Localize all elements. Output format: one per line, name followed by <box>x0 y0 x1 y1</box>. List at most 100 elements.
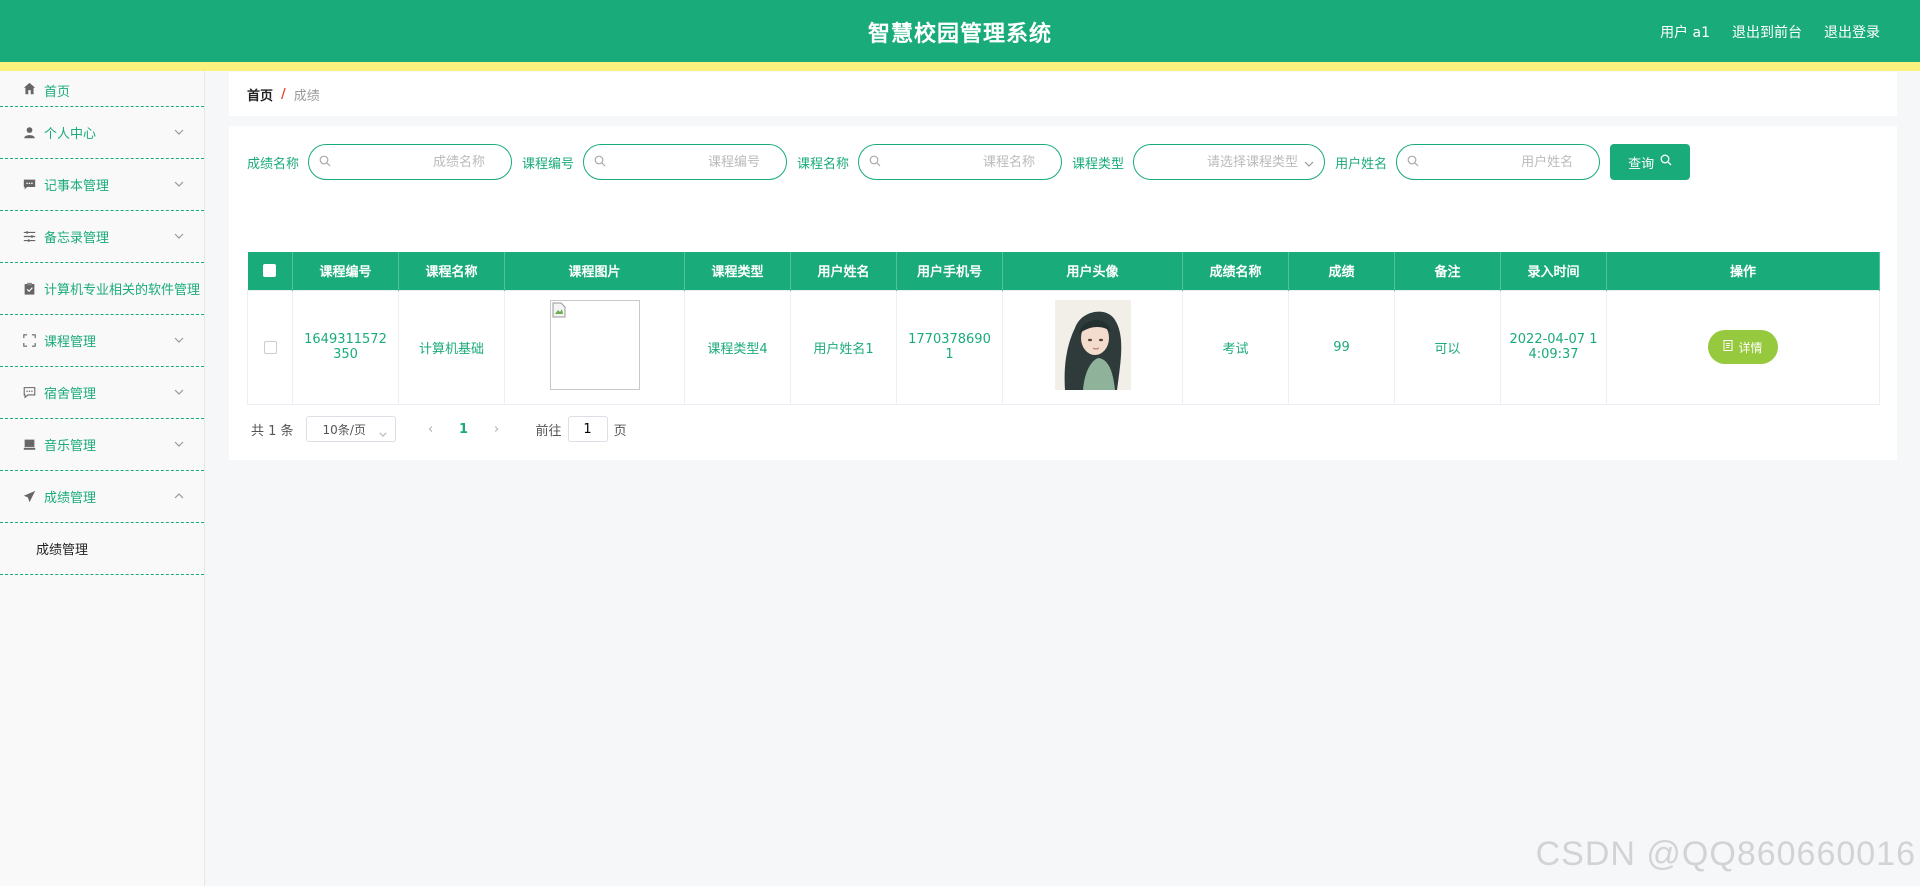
course-image-cell <box>504 289 685 405</box>
sidebar-item-label: 备忘录管理 <box>44 231 110 246</box>
course-name-input[interactable] <box>885 145 1036 179</box>
column-header[interactable]: 课程图片 <box>504 252 685 290</box>
row-select-cell <box>247 289 293 405</box>
remark-cell: 可以 <box>1394 289 1501 405</box>
sidebar-item-label: 课程管理 <box>44 335 97 350</box>
table-row: 1649311572350 计算机基础 课程类型4 用户姓名1 17703786… <box>247 289 1880 405</box>
sidebar-item-course[interactable]: 课程管理 <box>0 315 204 367</box>
course-type-select[interactable] <box>1133 144 1326 180</box>
column-header[interactable]: 用户头像 <box>1002 252 1183 290</box>
course-type-input[interactable] <box>1148 145 1299 179</box>
watermark: CSDN @QQ860660016 <box>1535 835 1916 873</box>
sidebar-item-memo[interactable]: 备忘录管理 <box>0 211 204 263</box>
goto-page-input[interactable] <box>567 416 608 442</box>
search-icon <box>869 155 881 171</box>
column-header[interactable]: 操作 <box>1606 252 1880 290</box>
column-header[interactable]: 课程名称 <box>398 252 505 290</box>
chevron-down-icon <box>174 436 184 451</box>
user-name-field[interactable] <box>1396 144 1601 180</box>
course-type-cell: 课程类型4 <box>684 289 791 405</box>
chevron-down-icon <box>174 228 184 243</box>
search-icon <box>1407 155 1419 171</box>
page-size-select[interactable]: 10条/页 <box>305 416 396 442</box>
column-header[interactable]: 用户手机号 <box>896 252 1003 290</box>
course-name-cell: 计算机基础 <box>398 289 505 405</box>
phone-cell: 17703786901 <box>896 289 1003 405</box>
avatar-cell <box>1002 289 1183 405</box>
chevron-down-icon <box>379 426 387 440</box>
course-no-label: 课程编号 <box>522 156 575 172</box>
column-header[interactable]: 课程类型 <box>684 252 791 290</box>
column-header[interactable]: 课程编号 <box>292 252 399 290</box>
broken-image-icon <box>552 302 566 322</box>
search-form: 成绩名称 课程编号 课程名称 课程类型 用户姓名 查询 <box>247 144 1691 180</box>
goto-label: 前往 <box>535 423 562 439</box>
select-all-cell <box>247 252 293 290</box>
detail-button-label: 详情 <box>1738 340 1763 355</box>
clipboard-icon <box>22 282 36 296</box>
message-icon <box>22 178 36 192</box>
breadcrumb-home[interactable]: 首页 <box>247 85 273 104</box>
query-button[interactable]: 查询 <box>1610 144 1691 180</box>
sidebar-item-music[interactable]: 音乐管理 <box>0 419 204 471</box>
document-icon <box>1723 340 1733 354</box>
exit-to-front-link[interactable]: 退出到前台 <box>1732 22 1802 42</box>
current-user-label[interactable]: 用户 a1 <box>1660 22 1710 42</box>
course-no-cell: 1649311572350 <box>292 289 399 405</box>
submenu-item-score-management[interactable]: 成绩管理 <box>0 523 204 575</box>
tray-icon <box>22 438 36 452</box>
user-name-cell: 用户姓名1 <box>790 289 897 405</box>
course-name-field[interactable] <box>858 144 1063 180</box>
breadcrumb: 首页 / 成绩 <box>229 72 1897 116</box>
app-title: 智慧校园管理系统 <box>867 22 1052 47</box>
score-name-field[interactable] <box>308 144 513 180</box>
detail-button[interactable]: 详情 <box>1708 330 1778 364</box>
search-icon <box>594 155 606 171</box>
sliders-icon <box>22 230 36 244</box>
chevron-down-icon <box>174 384 184 399</box>
sidebar-item-notebook[interactable]: 记事本管理 <box>0 159 204 211</box>
course-type-label: 课程类型 <box>1072 156 1125 172</box>
chevron-down-icon <box>174 124 184 139</box>
row-checkbox[interactable] <box>263 340 277 354</box>
send-icon <box>22 490 36 504</box>
action-cell: 详情 <box>1606 289 1880 405</box>
breadcrumb-current: 成绩 <box>293 88 320 104</box>
sidebar-item-software[interactable]: 计算机专业相关的软件管理 <box>0 263 204 315</box>
select-all-checkbox[interactable] <box>263 264 277 278</box>
course-no-input[interactable] <box>610 145 761 179</box>
sidebar-item-home[interactable]: 首页 <box>0 71 204 107</box>
prev-page-button[interactable]: ‹ <box>416 422 446 437</box>
chevron-up-icon <box>174 488 184 503</box>
sidebar-item-score[interactable]: 成绩管理 <box>0 471 204 523</box>
sidebar-item-label: 成绩管理 <box>44 491 97 506</box>
score-name-input[interactable] <box>335 145 486 179</box>
user-icon <box>22 126 36 140</box>
chevron-down-icon <box>174 176 184 191</box>
search-icon <box>1660 154 1672 170</box>
main-panel: 成绩名称 课程编号 课程名称 课程类型 用户姓名 查询 <box>229 126 1897 460</box>
score-name-cell: 考试 <box>1182 289 1289 405</box>
course-no-field[interactable] <box>583 144 788 180</box>
column-header[interactable]: 成绩名称 <box>1182 252 1289 290</box>
created-time-cell: 2022-04-07 14:09:37 <box>1500 289 1607 405</box>
column-header[interactable]: 成绩 <box>1288 252 1395 290</box>
course-image <box>549 300 640 390</box>
user-name-input[interactable] <box>1423 145 1574 179</box>
column-header[interactable]: 录入时间 <box>1500 252 1607 290</box>
score-table: 课程编号 课程名称 课程图片 课程类型 用户姓名 用户手机号 用户头像 成绩名称… <box>247 252 1880 405</box>
logout-link[interactable]: 退出登录 <box>1824 22 1880 42</box>
page-number-current[interactable]: 1 <box>446 422 482 437</box>
column-header[interactable]: 用户姓名 <box>790 252 897 290</box>
sidebar-item-personal-center[interactable]: 个人中心 <box>0 107 204 159</box>
column-header[interactable]: 备注 <box>1394 252 1501 290</box>
sidebar-item-dormitory[interactable]: 宿舍管理 <box>0 367 204 419</box>
sidebar-item-label: 计算机专业相关的软件管理 <box>44 283 201 298</box>
goto-suffix: 页 <box>613 423 627 439</box>
breadcrumb-separator: / <box>281 86 286 102</box>
sidebar-item-label: 首页 <box>44 85 71 100</box>
header-links: 用户 a1 退出到前台 退出登录 <box>1660 22 1880 42</box>
sidebar-item-label: 宿舍管理 <box>44 387 97 402</box>
search-icon <box>319 155 331 171</box>
next-page-button[interactable]: › <box>482 422 512 437</box>
